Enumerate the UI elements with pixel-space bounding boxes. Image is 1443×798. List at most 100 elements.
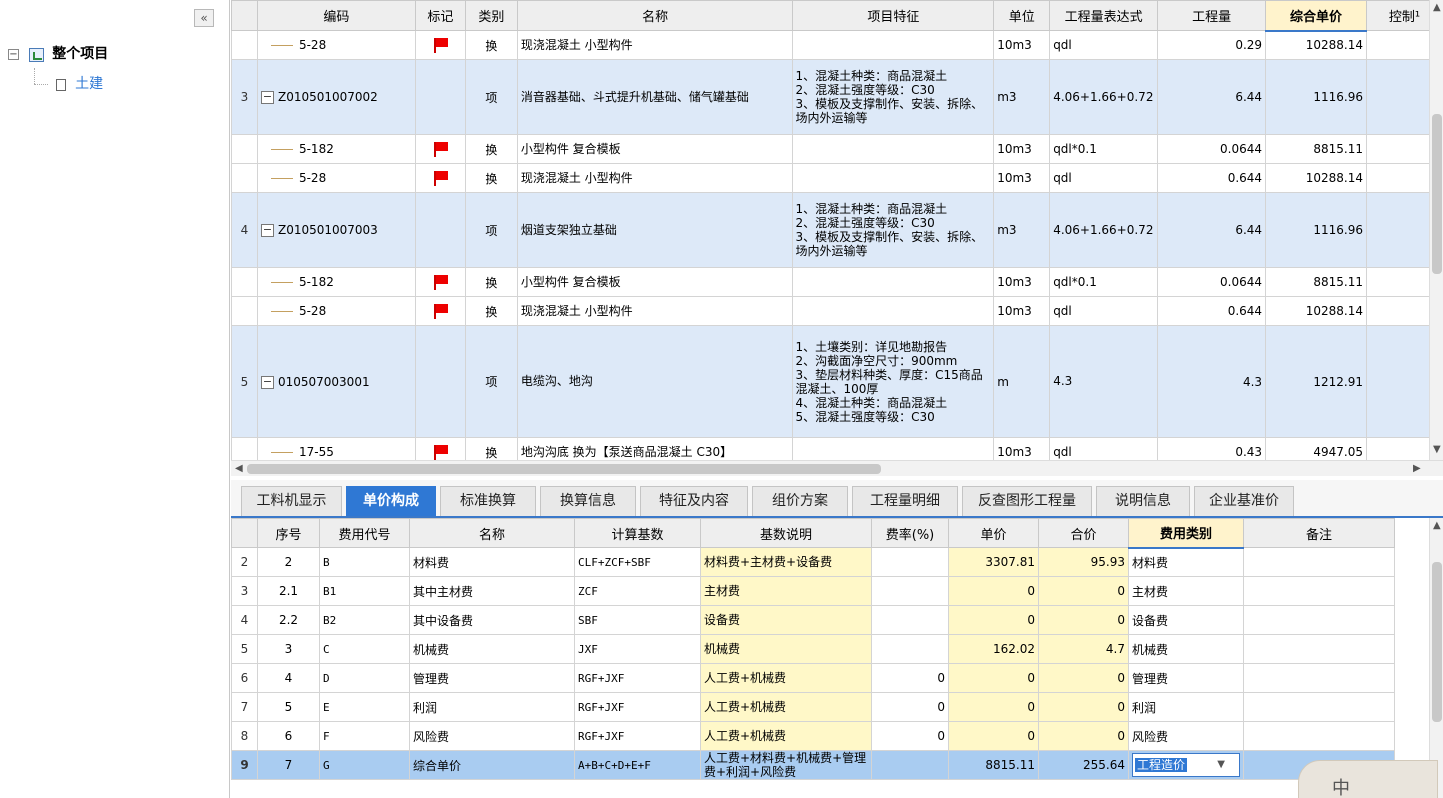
unit-cell[interactable]: 10m3 bbox=[993, 30, 1051, 60]
column-header[interactable]: 项目特征 bbox=[792, 0, 995, 31]
column-header[interactable]: 工程量 bbox=[1157, 0, 1267, 31]
type-cell[interactable]: 换 bbox=[464, 163, 518, 193]
fee-code-cell[interactable]: D bbox=[319, 663, 410, 693]
tab-8[interactable]: 说明信息 bbox=[1096, 486, 1190, 516]
quantity-cell[interactable]: 0.29 bbox=[1157, 30, 1267, 60]
calc-base-cell[interactable]: CLF+ZCF+SBF bbox=[574, 547, 701, 577]
table-row[interactable]: 5-28 换现浇混凝土 小型构件 10m3 qdl 0.644 10288.14 bbox=[231, 296, 1443, 326]
note-cell[interactable] bbox=[1243, 721, 1395, 751]
quantity-cell[interactable]: 4.3 bbox=[1157, 325, 1267, 438]
type-cell[interactable]: 项 bbox=[464, 325, 518, 438]
column-header[interactable]: 类别 bbox=[464, 0, 518, 31]
tab-2[interactable]: 标准换算 bbox=[440, 486, 536, 516]
fee-category-cell[interactable]: 设备费 bbox=[1128, 605, 1244, 635]
horizontal-scrollbar[interactable]: ◀ ▶ bbox=[231, 460, 1443, 476]
fee-name-cell[interactable]: 综合单价 bbox=[409, 750, 575, 780]
flag-cell[interactable] bbox=[414, 437, 466, 460]
table-row[interactable]: 5−010507003001 项电缆沟、地沟 1、土壤类别：详见地勘报告 2、沟截面… bbox=[231, 325, 1443, 438]
table-row[interactable]: 8 6 F 风险费 RGF+JXF 人工费+机械费 0 0 0 风险费 bbox=[231, 721, 1395, 751]
rate-cell[interactable] bbox=[871, 576, 949, 606]
tree-node-whole-project[interactable]: − 整个项目 bbox=[8, 43, 108, 65]
calc-base-cell[interactable]: RGF+JXF bbox=[574, 663, 701, 693]
expression-cell[interactable]: qdl bbox=[1049, 30, 1159, 60]
table-row[interactable]: 5 3 C 机械费 JXF 机械费 162.02 4.7 机械费 bbox=[231, 634, 1395, 664]
name-cell[interactable]: 小型构件 复合模板 bbox=[516, 134, 794, 164]
fee-code-cell[interactable]: B2 bbox=[319, 605, 410, 635]
calc-base-cell[interactable]: RGF+JXF bbox=[574, 721, 701, 751]
name-cell[interactable]: 烟道支架独立基础 bbox=[516, 192, 794, 268]
unit-cell[interactable]: m3 bbox=[993, 192, 1051, 268]
feature-cell[interactable] bbox=[792, 30, 995, 60]
rate-cell[interactable] bbox=[871, 605, 949, 635]
tab-4[interactable]: 特征及内容 bbox=[640, 486, 748, 516]
unit-cell[interactable]: 10m3 bbox=[993, 296, 1051, 326]
tab-0[interactable]: 工料机显示 bbox=[241, 486, 342, 516]
rate-cell[interactable] bbox=[871, 634, 949, 664]
column-header[interactable]: 综合单价 bbox=[1265, 0, 1367, 32]
column-header[interactable] bbox=[231, 518, 258, 548]
unit-price-cell[interactable]: 4947.05 bbox=[1265, 437, 1367, 460]
unit-cell[interactable]: 10m3 bbox=[993, 437, 1051, 460]
fee-category-cell[interactable]: 工程造价 ▼ bbox=[1128, 750, 1244, 780]
base-desc-cell[interactable]: 设备费 bbox=[700, 605, 872, 635]
code-cell[interactable]: −010507003001 bbox=[256, 325, 416, 438]
code-cell[interactable]: 17-55 bbox=[256, 437, 416, 460]
table-row[interactable]: 4− Z010501007003 项烟道支架独立基础 1、混凝土种类：商品混凝土 2、… bbox=[231, 192, 1443, 268]
rate-cell[interactable]: 0 bbox=[871, 663, 949, 693]
flag-cell[interactable] bbox=[414, 30, 466, 60]
type-cell[interactable]: 换 bbox=[464, 437, 518, 460]
column-header[interactable] bbox=[231, 0, 258, 31]
quantity-cell[interactable]: 0.644 bbox=[1157, 163, 1267, 193]
calc-base-cell[interactable]: A+B+C+D+E+F bbox=[574, 750, 701, 780]
column-header[interactable]: 编码 bbox=[256, 0, 416, 31]
feature-cell[interactable]: 1、混凝土种类：商品混凝土 2、混凝土强度等级：C30 3、模板及支撑制作、安装… bbox=[792, 192, 995, 268]
fee-category-cell[interactable]: 利润 bbox=[1128, 692, 1244, 722]
flag-cell[interactable] bbox=[414, 325, 466, 438]
fee-name-cell[interactable]: 材料费 bbox=[409, 547, 575, 577]
column-header[interactable]: 备注 bbox=[1243, 518, 1395, 548]
tab-7[interactable]: 反查图形工程量 bbox=[962, 486, 1092, 516]
unit-price-cell[interactable]: 1116.96 bbox=[1265, 59, 1367, 135]
base-desc-cell[interactable]: 机械费 bbox=[700, 634, 872, 664]
feature-cell[interactable] bbox=[792, 437, 995, 460]
seq-cell[interactable]: 3 bbox=[257, 634, 320, 664]
note-cell[interactable] bbox=[1243, 663, 1395, 693]
tab-5[interactable]: 组价方案 bbox=[752, 486, 848, 516]
table-row[interactable]: 7 5 E 利润 RGF+JXF 人工费+机械费 0 0 0 利润 bbox=[231, 692, 1395, 722]
column-header[interactable]: 名称 bbox=[409, 518, 575, 548]
fee-code-cell[interactable]: G bbox=[319, 750, 410, 780]
type-cell[interactable]: 换 bbox=[464, 296, 518, 326]
type-cell[interactable]: 项 bbox=[464, 59, 518, 135]
column-header[interactable]: 单位 bbox=[993, 0, 1051, 31]
code-cell[interactable]: 5-28 bbox=[256, 30, 416, 60]
fee-category-cell[interactable]: 主材费 bbox=[1128, 576, 1244, 606]
assistant-widget[interactable]: 中 bbox=[1298, 754, 1443, 798]
seq-cell[interactable]: 2.1 bbox=[257, 576, 320, 606]
scroll-down-icon[interactable]: ▼ bbox=[1433, 444, 1441, 455]
scroll-thumb[interactable] bbox=[247, 464, 881, 474]
base-desc-cell[interactable]: 主材费 bbox=[700, 576, 872, 606]
note-cell[interactable] bbox=[1243, 605, 1395, 635]
note-cell[interactable] bbox=[1243, 692, 1395, 722]
calc-base-cell[interactable]: RGF+JXF bbox=[574, 692, 701, 722]
tab-6[interactable]: 工程量明细 bbox=[852, 486, 958, 516]
flag-cell[interactable] bbox=[414, 59, 466, 135]
seq-cell[interactable]: 4 bbox=[257, 663, 320, 693]
code-cell[interactable]: − Z010501007003 bbox=[256, 192, 416, 268]
feature-cell[interactable]: 1、土壤类别：详见地勘报告 2、沟截面净空尺寸：900mm 3、垫层材料种类、厚… bbox=[792, 325, 995, 438]
seq-cell[interactable]: 2.2 bbox=[257, 605, 320, 635]
table-row[interactable]: 5-28 换现浇混凝土 小型构件 10m3 qdl 0.644 10288.14 bbox=[231, 163, 1443, 193]
fee-name-cell[interactable]: 其中设备费 bbox=[409, 605, 575, 635]
fee-category-cell[interactable]: 材料费 bbox=[1128, 547, 1244, 577]
expression-cell[interactable]: qdl bbox=[1049, 163, 1159, 193]
scroll-thumb[interactable] bbox=[1432, 114, 1442, 274]
rate-cell[interactable] bbox=[871, 547, 949, 577]
code-cell[interactable]: 5-182 bbox=[256, 267, 416, 297]
quantity-cell[interactable]: 0.644 bbox=[1157, 296, 1267, 326]
column-header[interactable]: 名称 bbox=[516, 0, 794, 31]
collapse-icon[interactable]: − bbox=[260, 224, 274, 237]
scroll-up-icon[interactable]: ▲ bbox=[1433, 2, 1441, 13]
unit-price-cell[interactable]: 10288.14 bbox=[1265, 30, 1367, 60]
base-desc-cell[interactable]: 人工费+机械费 bbox=[700, 721, 872, 751]
tree-toggle-icon[interactable]: − bbox=[8, 49, 19, 60]
